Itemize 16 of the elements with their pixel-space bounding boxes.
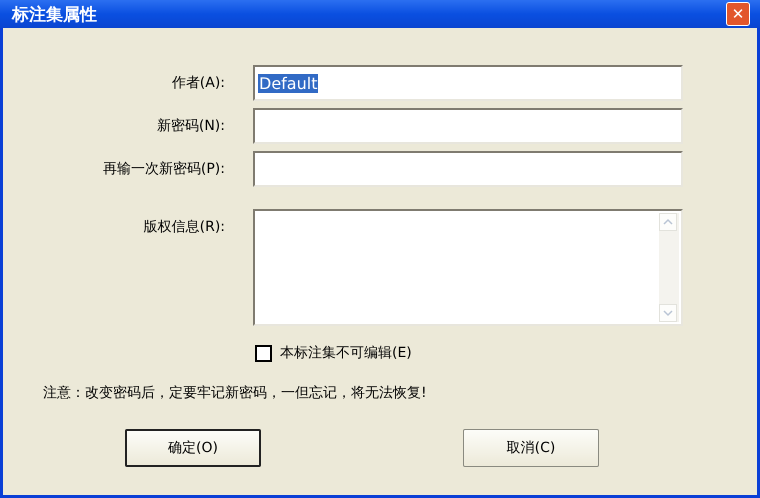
window-title: 标注集属性 xyxy=(12,4,97,26)
dialog-button[interactable]: 取消(C) xyxy=(463,429,599,467)
field-label: 作者(A): xyxy=(170,74,225,92)
input-field[interactable] xyxy=(253,108,683,144)
checkbox-label[interactable]: 本标注集不可编辑(E) xyxy=(280,344,412,362)
field-label: 版权信息(R): xyxy=(142,218,225,236)
input-field[interactable]: Default xyxy=(253,65,683,101)
text-area[interactable] xyxy=(253,209,683,326)
input-field[interactable] xyxy=(253,151,683,187)
close-button[interactable]: ✕ xyxy=(726,2,750,26)
field-value: Default xyxy=(258,74,318,92)
warning-note: 注意：改变密码后，定要牢记新密码，一但忘记，将无法恢复! xyxy=(43,384,428,402)
checkbox[interactable] xyxy=(255,344,272,362)
field-label: 新密码(N): xyxy=(156,117,225,135)
dialog-button[interactable]: 确定(O) xyxy=(125,429,261,467)
field-label: 再输一次新密码(P): xyxy=(102,160,225,178)
